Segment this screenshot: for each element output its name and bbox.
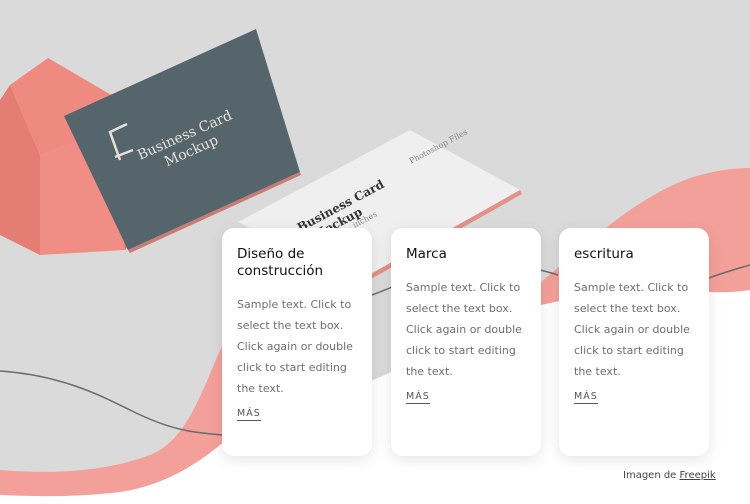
credit-prefix: Imagen de xyxy=(623,470,677,481)
more-link[interactable]: MÁS xyxy=(574,391,598,404)
card-title: escritura xyxy=(574,246,634,262)
more-link[interactable]: MÁS xyxy=(406,391,430,404)
feature-card: Marca Sample text. Click to select the t… xyxy=(391,228,541,456)
image-credit: Imagen de Freepik xyxy=(623,470,716,481)
card-body: Sample text. Click to select the text bo… xyxy=(237,298,353,395)
credit-link[interactable]: Freepik xyxy=(680,470,716,481)
card-body: Sample text. Click to select the text bo… xyxy=(574,281,690,378)
card-title: Marca xyxy=(406,246,447,262)
feature-card: escritura Sample text. Click to select t… xyxy=(559,228,709,456)
more-link[interactable]: MÁS xyxy=(237,408,261,421)
card-title: Diseño de construcción xyxy=(237,246,324,279)
card-body: Sample text. Click to select the text bo… xyxy=(406,281,522,378)
feature-card: Diseño de construcción Sample text. Clic… xyxy=(222,228,372,456)
